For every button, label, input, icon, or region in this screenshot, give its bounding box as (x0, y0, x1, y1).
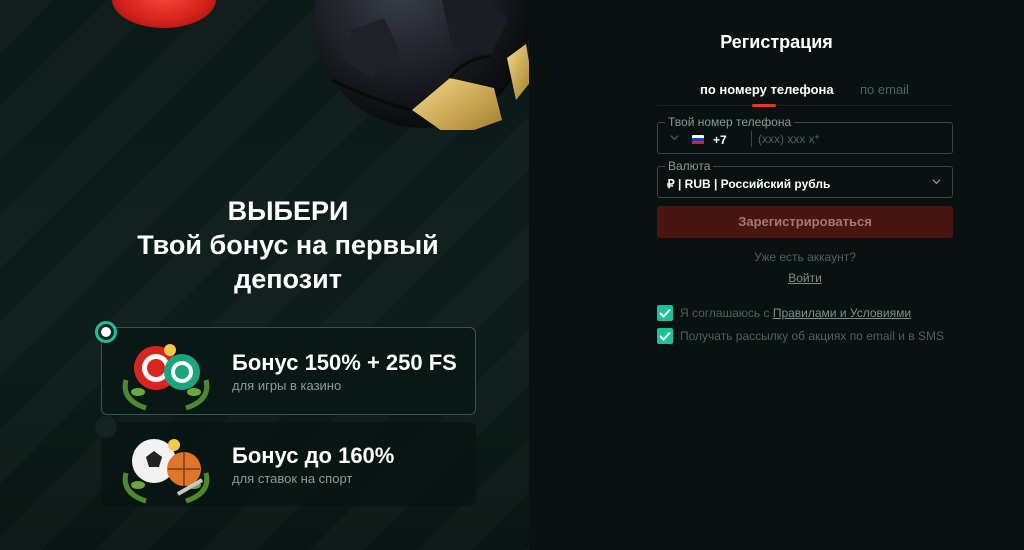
active-tab-indicator (752, 104, 776, 107)
promo-headline: ВЫБЕРИ Твой бонус на первый депозит (100, 194, 476, 296)
bonus-radio-selected[interactable] (95, 321, 117, 343)
bonus-radio-unselected[interactable] (95, 416, 117, 438)
login-row: Войти (529, 271, 1024, 285)
headline-line-1: ВЫБЕРИ (227, 196, 349, 226)
chevron-down-icon[interactable] (670, 133, 679, 142)
currency-select[interactable]: Валюта ₽ | RUB | Российский рубль (657, 159, 953, 198)
bonus-subtitle: для игры в казино (232, 378, 342, 393)
field-divider (751, 131, 752, 147)
poker-chip-image (112, 0, 216, 28)
bonus-option-sport[interactable]: Бонус до 160% для ставок на спорт (95, 416, 476, 506)
tab-phone[interactable]: по номеру телефона (700, 82, 834, 97)
registration-panel: Регистрация по номеру телефона по email … (529, 0, 1024, 550)
bonus-subtitle: для ставок на спорт (232, 471, 353, 486)
phone-field-label: Твой номер телефона (665, 115, 795, 129)
chevron-down-icon[interactable] (932, 177, 941, 186)
promo-panel: ВЫБЕРИ Твой бонус на первый депозит Бону… (0, 0, 529, 550)
phone-input[interactable] (758, 129, 943, 149)
checkmark-icon (659, 331, 671, 341)
checkmark-icon (659, 308, 671, 318)
have-account-text: Уже есть аккаунт? (754, 250, 856, 264)
bonus-option-casino[interactable]: Бонус 150% + 250 FS для игры в казино (95, 321, 476, 415)
russia-flag-icon[interactable] (692, 135, 704, 144)
rules-link[interactable]: Правилами и Условиями (773, 306, 911, 320)
sports-balls-icon (122, 439, 210, 504)
rules-prefix: Я соглашаюсь с (680, 306, 773, 320)
bonus-title: Бонус до 160% (232, 443, 395, 468)
tab-email[interactable]: по email (860, 82, 909, 97)
soccer-ball-image (314, 0, 529, 130)
registration-tabs: по номеру телефона по email (657, 80, 953, 107)
login-link[interactable]: Войти (788, 271, 822, 285)
headline-line-2: Твой бонус на первый депозит (137, 230, 439, 294)
currency-value: ₽ | RUB | Российский рубль (667, 177, 831, 191)
newsletter-checkbox[interactable] (657, 328, 673, 344)
rules-label: Я соглашаюсь с Правилами и Условиями (680, 306, 911, 320)
register-button[interactable]: Зарегистрироваться (657, 206, 953, 238)
bonus-title: Бонус 150% + 250 FS (232, 350, 457, 375)
casino-chips-icon (122, 344, 210, 411)
page-title: Регистрация (720, 32, 833, 52)
country-code[interactable]: +7 (713, 133, 727, 147)
currency-field-label: Валюта (665, 159, 714, 173)
newsletter-label: Получать рассылку об акциях по email и в… (680, 329, 944, 343)
rules-checkbox[interactable] (657, 305, 673, 321)
phone-field: Твой номер телефона +7 (657, 115, 953, 154)
